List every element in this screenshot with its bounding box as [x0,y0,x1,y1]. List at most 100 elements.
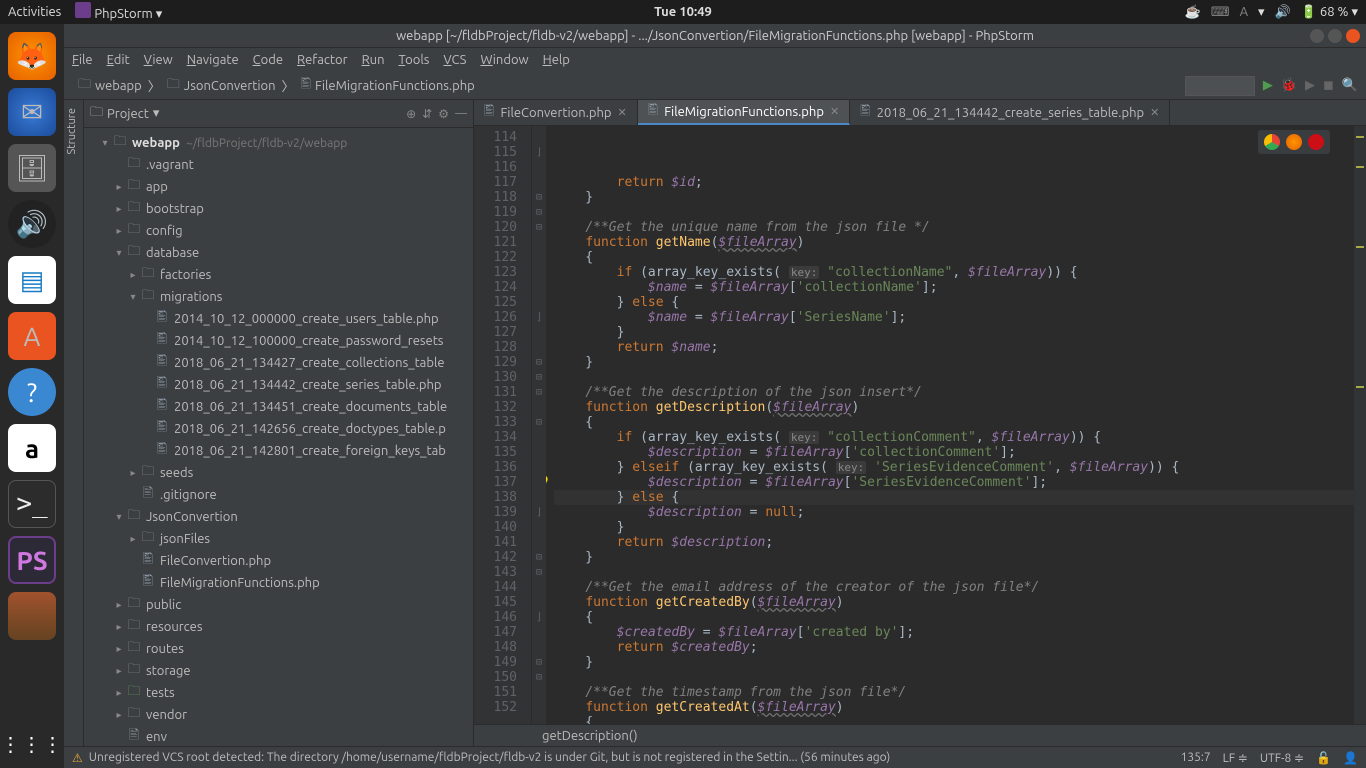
status-message[interactable]: Unregistered VCS root detected: The dire… [89,751,891,764]
close-button[interactable] [1346,29,1360,43]
tree-item[interactable]: 🖺2018_06_21_142656_create_doctypes_table… [84,418,473,440]
dock-terminal[interactable]: >_ [8,480,56,528]
tree-item[interactable]: ▸🗀app [84,176,473,198]
tree-item[interactable]: 🖺2018_06_21_134451_create_documents_tabl… [84,396,473,418]
clock[interactable]: Tue 10:49 [654,5,712,19]
editor-breadcrumb[interactable]: getDescription() [474,724,1366,746]
dock-software[interactable]: A [8,312,56,360]
tree-item[interactable]: 🗀.vagrant [84,154,473,176]
collapse-all-icon[interactable]: ⇵ [422,107,432,121]
close-tab-icon[interactable]: ✕ [830,105,839,118]
keyboard-icon[interactable]: ⌨ [1211,5,1230,20]
search-everywhere-icon[interactable]: 🔍 [1342,78,1358,93]
dock-apps-grid[interactable]: ⋮⋮⋮ [8,720,56,768]
hide-icon[interactable]: — [455,107,467,121]
tree-item[interactable]: ▾🗀database [84,242,473,264]
code-editor[interactable]: return $id; } /**Get the unique name fro… [546,126,1354,724]
close-tab-icon[interactable]: ✕ [1150,106,1159,119]
tree-item[interactable]: 🖺FileMigrationFunctions.php [84,572,473,594]
dock-libreoffice[interactable]: ▤ [8,256,56,304]
dock-thunderbird[interactable]: ✉ [8,88,56,136]
tree-item[interactable]: 🖹env [84,726,473,746]
dock-files[interactable]: 🗄 [8,144,56,192]
tree-root[interactable]: ▾🗀webapp~/fldbProject/fldb-v2/webapp [84,132,473,154]
wifi-icon[interactable]: ▾ [1258,5,1265,20]
close-tab-icon[interactable]: ✕ [618,106,627,119]
dock-phpstorm[interactable]: PS [8,536,56,584]
minimize-button[interactable] [1310,29,1324,43]
menu-edit[interactable]: Edit [107,53,130,67]
settings-gear-icon[interactable]: ⚙ [438,107,449,121]
menu-refactor[interactable]: Refactor [297,53,348,67]
tree-item[interactable]: 🖺2018_06_21_142801_create_foreign_keys_t… [84,440,473,462]
volume-icon[interactable]: 🔊 [1275,5,1291,20]
tree-item[interactable]: ▸🗀config [84,220,473,242]
menu-navigate[interactable]: Navigate [187,53,239,67]
error-stripe[interactable] [1354,126,1366,724]
editor-tab[interactable]: 🖺FileConvertion.php✕ [474,100,638,125]
menu-tools[interactable]: Tools [399,53,430,67]
warning-icon[interactable]: ⚠ [72,751,83,765]
menu-help[interactable]: Help [543,53,570,67]
hector-icon[interactable]: 👤 [1343,751,1358,765]
scroll-to-source-icon[interactable]: ⊕ [406,107,416,121]
chrome-icon[interactable] [1264,134,1280,150]
tree-item[interactable]: ▸🗀storage [84,660,473,682]
tree-item[interactable]: ▾🗀JsonConvertion [84,506,473,528]
crumb-root[interactable]: 🗀 webapp [72,75,148,97]
tree-item[interactable]: 🖺2014_10_12_000000_create_users_table.ph… [84,308,473,330]
dock-help[interactable]: ? [8,368,56,416]
firefox-icon[interactable] [1286,134,1302,150]
intention-bulb-icon[interactable]: 💡 [546,475,551,490]
tree-item[interactable]: 🖺FileConvertion.php [84,550,473,572]
line-gutter[interactable]: 1141151161171181191201211221231241251261… [474,126,532,724]
left-toolwindow-strip[interactable]: Structure [64,100,84,746]
run-config-dropdown[interactable] [1185,76,1255,96]
project-tree[interactable]: ▾🗀webapp~/fldbProject/fldb-v2/webapp 🗀.v… [84,128,473,746]
menu-code[interactable]: Code [253,53,283,67]
tree-item[interactable]: ▸🗀vendor [84,704,473,726]
tree-item[interactable]: ▸🗀jsonFiles [84,528,473,550]
menu-file[interactable]: File [72,53,93,67]
menu-view[interactable]: View [144,53,173,67]
tree-item[interactable]: ▸🗀bootstrap [84,198,473,220]
coverage-button[interactable]: ▶ [1305,78,1315,93]
tree-item[interactable]: ▸🗀tests [84,682,473,704]
fold-column[interactable]: ⌋⊟⊟⊟⌋⊟⊟⊟⊟⌋⊟⊟⌋⊟⊟ [532,126,546,724]
stop-button[interactable]: ◼ [1323,78,1334,93]
line-separator[interactable]: LF ≑ [1223,751,1248,765]
crumb-file[interactable]: 🖺 FileMigrationFunctions.php [295,75,481,97]
maximize-button[interactable] [1328,29,1342,43]
opera-icon[interactable] [1308,134,1324,150]
tree-item[interactable]: ▸🗀resources [84,616,473,638]
tree-item[interactable]: ▸🗀routes [84,638,473,660]
tree-item[interactable]: 🖹.gitignore [84,484,473,506]
project-tab-label[interactable]: Project [107,107,149,121]
tree-item[interactable]: 🖺2014_10_12_100000_create_password_reset… [84,330,473,352]
editor-tab[interactable]: 🖺FileMigrationFunctions.php✕ [638,100,850,125]
debug-button[interactable]: 🐞 [1281,78,1297,93]
tree-item[interactable]: ▸🗀factories [84,264,473,286]
menu-run[interactable]: Run [362,53,385,67]
readonly-lock-icon[interactable]: 🔓 [1316,751,1331,765]
tree-item[interactable]: ▾🗀migrations [84,286,473,308]
battery-indicator[interactable]: 🔋 68 % ▾ [1301,5,1358,20]
tree-item[interactable]: ▸🗀seeds [84,462,473,484]
run-button[interactable]: ▶ [1263,78,1273,93]
dock-rhythmbox[interactable]: 🔊 [8,200,56,248]
lang-indicator[interactable]: A [1240,5,1248,19]
caret-position[interactable]: 135:7 [1181,751,1211,764]
activities-button[interactable]: Activities [8,5,61,19]
tree-item[interactable]: 🖺2018_06_21_134427_create_collections_ta… [84,352,473,374]
editor-tab[interactable]: 🖺2018_06_21_134442_create_series_table.p… [850,100,1170,125]
dock-amazon[interactable]: a [8,424,56,472]
dock-unknown[interactable] [8,592,56,640]
file-encoding[interactable]: UTF-8 ≑ [1260,751,1304,765]
crumb-folder[interactable]: 🗀 JsonConvertion [161,75,282,97]
menu-window[interactable]: Window [480,53,528,67]
dock-firefox[interactable]: 🦊 [8,32,56,80]
coffee-icon[interactable]: ☕ [1185,5,1201,20]
tree-item[interactable]: ▸🗀public [84,594,473,616]
app-menu[interactable]: PhpStorm ▾ [75,2,162,22]
tree-item[interactable]: 🖺2018_06_21_134442_create_series_table.p… [84,374,473,396]
